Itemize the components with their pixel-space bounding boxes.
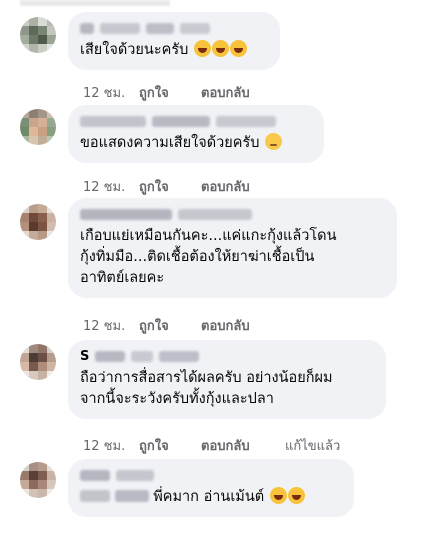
comment-time[interactable]: 12 ชม.: [83, 82, 139, 103]
comment-time[interactable]: 12 ชม.: [83, 315, 139, 336]
comment-bubble: ขอแสดงความเสียใจด้วยครับ: [68, 105, 324, 163]
comment-text: พี่คมาก อ่านเม้นต์: [80, 487, 342, 508]
comment-time[interactable]: 12 ชม.: [83, 176, 139, 197]
mentioned-name-redacted[interactable]: [114, 490, 149, 502]
avatar[interactable]: [20, 204, 56, 240]
laugh-emoji-icon: [193, 40, 211, 57]
comment-text-line: ถือว่าการสื่อสารได้ผลครับ อย่างน้อยก็ผม: [80, 370, 333, 386]
comment-bubble: เกือบแย่เหมือนกันคะ...แค่แกะกุ้งแล้วโดน …: [68, 198, 397, 298]
comment-actions: 12 ชม. ถูกใจ ตอบกลับ: [83, 82, 285, 103]
crying-laugh-emoji-icon: [287, 487, 305, 504]
commenter-name-initial[interactable]: S: [80, 349, 89, 364]
laugh-emoji-icon: [211, 40, 229, 57]
comment-text-line: อาทิตย์เลยคะ: [80, 270, 165, 286]
like-button[interactable]: ถูกใจ: [139, 82, 201, 103]
avatar[interactable]: [20, 462, 56, 498]
laugh-emoji-icon: [229, 40, 247, 57]
reply-button[interactable]: ตอบกลับ: [201, 176, 285, 197]
comment-bubble: S ถือว่าการสื่อสารได้ผลครับ อย่างน้อยก็ผ…: [68, 340, 386, 419]
commenter-name-redacted[interactable]: [80, 20, 268, 36]
comment-actions: 12 ชม. ถูกใจ ตอบกลับ แก้ไขแล้ว: [83, 435, 340, 456]
comment-text: ขอแสดงความเสียใจด้วยครับ: [80, 133, 312, 154]
comment-time[interactable]: 12 ชม.: [83, 435, 139, 456]
crying-laugh-emoji-icon: [269, 487, 287, 504]
commenter-name-redacted[interactable]: S: [80, 348, 374, 364]
like-button[interactable]: ถูกใจ: [139, 315, 201, 336]
commenter-name-redacted[interactable]: [80, 113, 312, 129]
sad-emoji-icon: [265, 133, 283, 150]
comment-bubble: พี่คมาก อ่านเม้นต์: [68, 459, 354, 517]
reply-button[interactable]: ตอบกลับ: [201, 82, 285, 103]
reply-button[interactable]: ตอบกลับ: [201, 315, 285, 336]
comment-text-line: เกือบแย่เหมือนกันคะ...แค่แกะกุ้งแล้วโดน: [80, 228, 337, 244]
comment-text-line: จากนี้จะระวังครับทั้งกุ้งและปลา: [80, 391, 274, 407]
mentioned-name-redacted[interactable]: [80, 490, 110, 502]
comment-actions: 12 ชม. ถูกใจ ตอบกลับ: [83, 176, 285, 197]
comment-bubble: เสียใจด้วยนะครับ: [68, 12, 280, 70]
avatar[interactable]: [20, 109, 56, 145]
like-button[interactable]: ถูกใจ: [139, 176, 201, 197]
cropped-previous-comment: [20, 0, 170, 6]
edited-label[interactable]: แก้ไขแล้ว: [285, 435, 340, 456]
comment-text-line: กุ้งทิ่มมือ...ติดเชื้อต้องให้ยาฆ่าเชื้อเ…: [80, 249, 315, 265]
commenter-name-redacted[interactable]: [80, 206, 385, 222]
commenter-name-redacted[interactable]: [80, 467, 342, 483]
like-button[interactable]: ถูกใจ: [139, 435, 201, 456]
comment-actions: 12 ชม. ถูกใจ ตอบกลับ: [83, 315, 285, 336]
avatar[interactable]: [20, 344, 56, 380]
reply-button[interactable]: ตอบกลับ: [201, 435, 285, 456]
comment-text: เสียใจด้วยนะครับ: [80, 40, 268, 61]
avatar[interactable]: [20, 17, 56, 53]
